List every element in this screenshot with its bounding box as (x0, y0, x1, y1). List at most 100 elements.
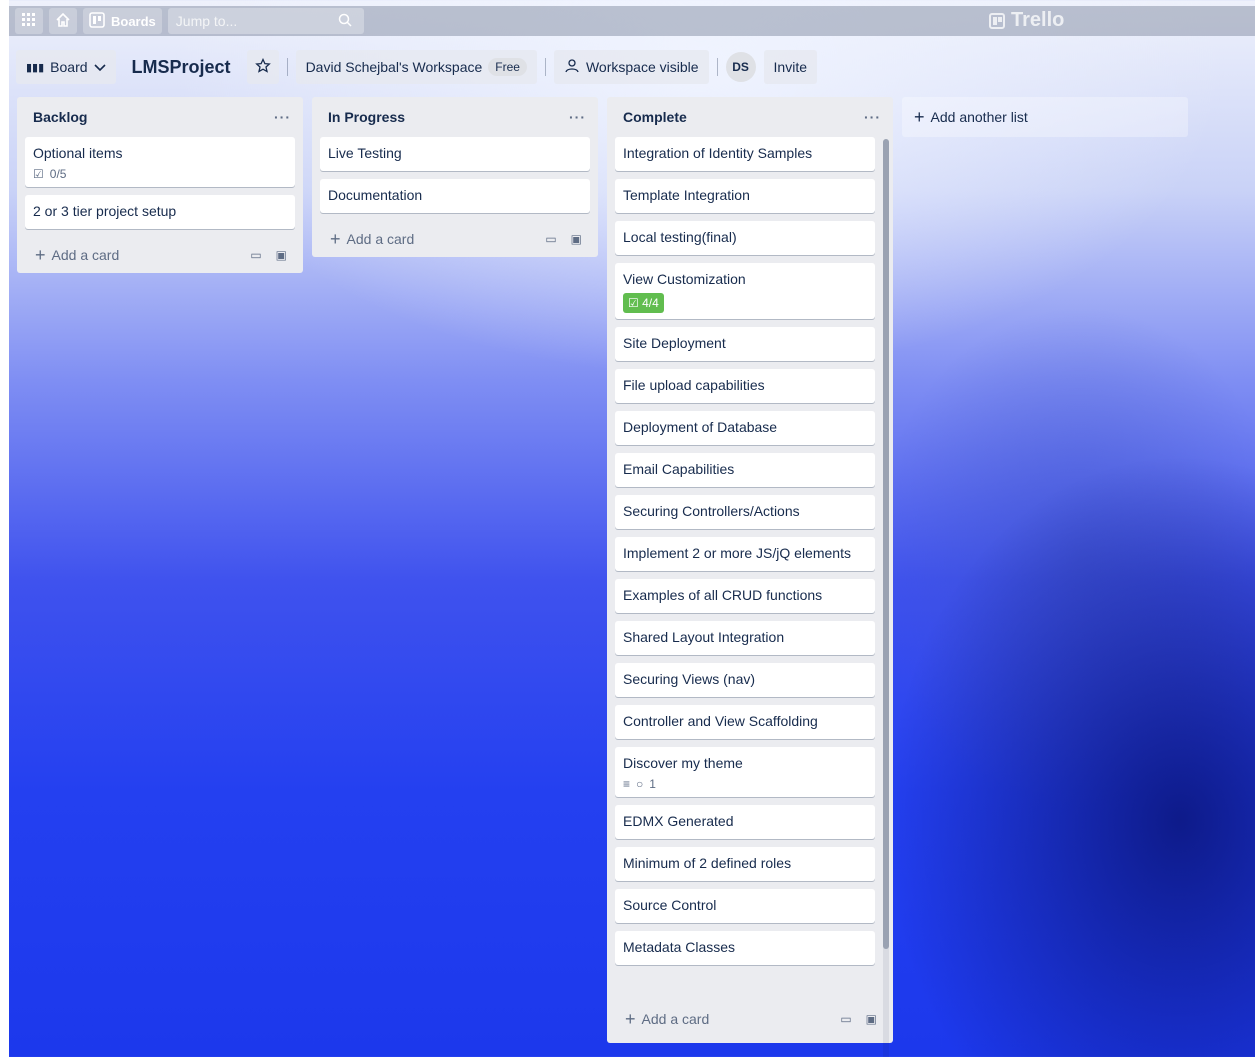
add-card-label: Add a card (641, 1011, 710, 1027)
list-title: Complete (623, 109, 687, 125)
checklist-count: 4/4 (642, 296, 659, 310)
card[interactable]: Minimum of 2 defined roles (615, 847, 875, 881)
comment-count: 1 (649, 777, 656, 791)
plus-icon: + (35, 244, 46, 265)
grid-icon (22, 12, 36, 30)
card-title: Securing Controllers/Actions (623, 503, 800, 519)
plus-icon: + (914, 106, 925, 127)
card[interactable]: Examples of all CRUD functions (615, 579, 875, 613)
card[interactable]: Securing Controllers/Actions (615, 495, 875, 529)
card[interactable]: Metadata Classes (615, 931, 875, 965)
invite-button[interactable]: Invite (763, 50, 817, 84)
card-title: EDMX Generated (623, 813, 734, 829)
visibility-label: Workspace visible (585, 59, 699, 75)
star-button[interactable] (246, 50, 279, 84)
boards-button[interactable]: Boards (83, 8, 162, 34)
card-badges: ☑ 4/4 (623, 293, 867, 313)
list-menu-icon[interactable]: ··· (569, 109, 586, 125)
template-icon[interactable]: ▣ (276, 248, 287, 262)
list-in-progress: In Progress ··· Live Testing Documentati… (312, 97, 598, 257)
add-card-button[interactable]: + Add a card ▭ ▣ (615, 1001, 885, 1037)
trello-logo[interactable]: Trello (989, 9, 1064, 32)
card-title: Controller and View Scaffolding (623, 713, 818, 729)
board-title[interactable]: LMSProject (124, 57, 239, 78)
home-button[interactable] (49, 8, 77, 34)
list-menu-icon[interactable]: ··· (274, 109, 291, 125)
card-title: View Customization (623, 271, 746, 287)
scrollbar-thumb[interactable] (883, 139, 889, 949)
card[interactable]: Optional items ☑ 0/5 (25, 137, 295, 187)
card-title: Documentation (328, 187, 423, 203)
card-list-scroll-area[interactable]: Integration of Identity Samples Template… (615, 137, 885, 1001)
card[interactable]: Email Capabilities (615, 453, 875, 487)
search-input[interactable]: Jump to... (167, 8, 364, 34)
card[interactable]: Documentation (320, 179, 590, 213)
description-icon: ≡ (623, 777, 631, 791)
card[interactable]: View Customization ☑ 4/4 (615, 263, 875, 319)
chevron-down-icon (93, 59, 106, 75)
card[interactable]: 2 or 3 tier project setup (25, 195, 295, 229)
create-from-template-icon[interactable]: ▭ (840, 1012, 851, 1026)
card[interactable]: EDMX Generated (615, 805, 875, 839)
card[interactable]: Source Control (615, 889, 875, 923)
create-from-template-icon[interactable]: ▭ (545, 232, 556, 246)
checklist-count: 0/5 (49, 167, 67, 181)
card[interactable]: Live Testing (320, 137, 590, 171)
board-view-switcher[interactable]: ▮▮▮ Board (16, 50, 116, 84)
card[interactable]: Template Integration (615, 179, 875, 213)
card-title: Implement 2 or more JS/jQ elements (623, 545, 851, 561)
board-view-icon: ▮▮▮ (26, 61, 45, 74)
card[interactable]: Shared Layout Integration (615, 621, 875, 655)
people-icon (564, 58, 580, 77)
card-title: Source Control (623, 897, 717, 913)
search-icon (338, 13, 352, 30)
card-title: 2 or 3 tier project setup (33, 203, 177, 219)
window-edge (0, 0, 9, 1057)
list-complete: Complete ··· Integration of Identity Sam… (607, 97, 893, 1057)
card[interactable]: Controller and View Scaffolding (615, 705, 875, 739)
workspace-name: David Schejbal's Workspace (305, 59, 483, 75)
create-from-template-icon[interactable]: ▭ (250, 248, 261, 262)
home-icon (55, 12, 71, 31)
workspace-plan-badge: Free (488, 58, 527, 76)
list-backlog: Backlog ··· Optional items ☑ 0/5 2 or 3 … (17, 97, 303, 273)
card-title: Local testing(final) (623, 229, 737, 245)
card[interactable]: Implement 2 or more JS/jQ elements (615, 537, 875, 571)
list-title: In Progress (328, 109, 406, 125)
avatar[interactable]: DS (725, 52, 756, 82)
list-title: Backlog (33, 109, 88, 125)
plus-icon: + (625, 1008, 636, 1029)
card[interactable]: File upload capabilities (615, 369, 875, 403)
workspace-button[interactable]: David Schejbal's Workspace Free (295, 50, 537, 84)
card[interactable]: Site Deployment (615, 327, 875, 361)
list-header[interactable]: In Progress ··· (320, 97, 590, 137)
comment-icon: ○ (636, 777, 644, 791)
card[interactable]: Local testing(final) (615, 221, 875, 255)
search-placeholder: Jump to... (175, 13, 238, 29)
list-header[interactable]: Complete ··· (615, 97, 885, 137)
template-icon[interactable]: ▣ (571, 232, 582, 246)
boards-icon (89, 11, 105, 31)
add-list-button[interactable]: + Add another list (902, 97, 1188, 137)
card[interactable]: Securing Views (nav) (615, 663, 875, 697)
card-title: Minimum of 2 defined roles (623, 855, 792, 871)
card-title: Template Integration (623, 187, 750, 203)
checklist-complete-badge: ☑ 4/4 (623, 293, 664, 313)
card-badges: ☑ 0/5 (33, 167, 287, 181)
add-card-button[interactable]: + Add a card ▭ ▣ (320, 221, 590, 257)
list-header[interactable]: Backlog ··· (25, 97, 295, 137)
card[interactable]: Discover my theme ≡ ○ 1 (615, 747, 875, 797)
apps-button[interactable] (15, 8, 43, 34)
add-list-label: Add another list (930, 109, 1028, 125)
card-title: File upload capabilities (623, 377, 765, 393)
trello-logo-text: Trello (1011, 9, 1065, 31)
template-icon[interactable]: ▣ (866, 1012, 877, 1026)
header-divider (716, 58, 718, 76)
card[interactable]: Deployment of Database (615, 411, 875, 445)
list-menu-icon[interactable]: ··· (864, 109, 881, 125)
plus-icon: + (330, 228, 341, 249)
header-divider (544, 58, 546, 76)
add-card-button[interactable]: + Add a card ▭ ▣ (25, 237, 295, 273)
visibility-button[interactable]: Workspace visible (553, 50, 709, 84)
card[interactable]: Integration of Identity Samples (615, 137, 875, 171)
